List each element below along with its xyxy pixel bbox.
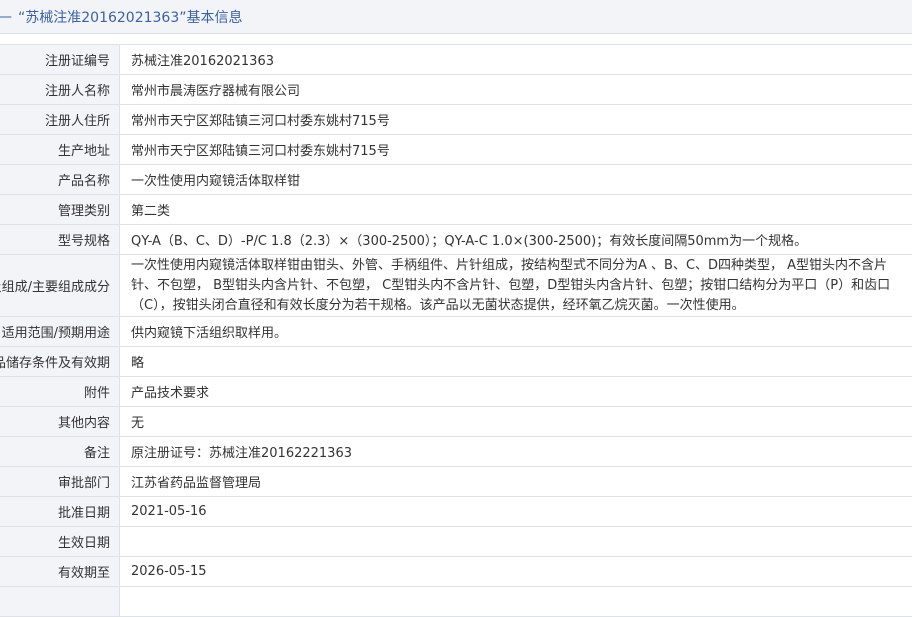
value-product-name: 一次性使用内窥镜活体取样钳 bbox=[120, 165, 912, 195]
row-production-address: 生产地址 常州市天宁区郑陆镇三河口村委东姚村715号 bbox=[0, 135, 912, 165]
row-storage: 产品储存条件及有效期 略 bbox=[0, 347, 912, 377]
info-table: 注册证编号 苏械注准20162021363 注册人名称 常州市晨涛医疗器械有限公… bbox=[0, 44, 912, 617]
value-approval-dept: 江苏省药品监督管理局 bbox=[120, 467, 912, 497]
row-other: 其他内容 无 bbox=[0, 407, 912, 437]
section-header: — “苏械注准20162021363”基本信息 bbox=[0, 0, 912, 34]
row-composition: 结构及组成/主要组成成分 一次性使用内窥镜活体取样钳由钳头、外管、手柄组件、片针… bbox=[0, 255, 912, 317]
value-effective-date bbox=[120, 527, 912, 557]
value-expiry-date: 2026-05-15 bbox=[120, 557, 912, 587]
label-approval-date: 批准日期 bbox=[0, 497, 120, 527]
label-attachment: 附件 bbox=[0, 377, 120, 407]
row-expiry-date: 有效期至 2026-05-15 bbox=[0, 557, 912, 587]
label-approval-dept: 审批部门 bbox=[0, 467, 120, 497]
header-dash: — bbox=[0, 9, 12, 25]
value-model-spec: QY-A（B、C、D）-P/C 1.8（2.3）×（300-2500）；QY-A… bbox=[120, 225, 912, 255]
label-composition: 结构及组成/主要组成成分 bbox=[0, 255, 120, 317]
row-remarks: 备注 原注册证号：苏械注准20162221363 bbox=[0, 437, 912, 467]
row-attachment: 附件 产品技术要求 bbox=[0, 377, 912, 407]
row-approval-dept: 审批部门 江苏省药品监督管理局 bbox=[0, 467, 912, 497]
value-attachment: 产品技术要求 bbox=[120, 377, 912, 407]
row-management-class: 管理类别 第二类 bbox=[0, 195, 912, 225]
label-truncated bbox=[0, 587, 120, 617]
label-registrant-address: 注册人住所 bbox=[0, 105, 120, 135]
row-effective-date: 生效日期 bbox=[0, 527, 912, 557]
row-intended-use: 适用范围/预期用途 供内窥镜下活组织取样用。 bbox=[0, 317, 912, 347]
row-truncated bbox=[0, 587, 912, 617]
value-management-class: 第二类 bbox=[120, 195, 912, 225]
row-model-spec: 型号规格 QY-A（B、C、D）-P/C 1.8（2.3）×（300-2500）… bbox=[0, 225, 912, 255]
row-product-name: 产品名称 一次性使用内窥镜活体取样钳 bbox=[0, 165, 912, 195]
label-storage: 产品储存条件及有效期 bbox=[0, 347, 120, 377]
label-management-class: 管理类别 bbox=[0, 195, 120, 225]
value-registration-no: 苏械注准20162021363 bbox=[120, 45, 912, 75]
label-effective-date: 生效日期 bbox=[0, 527, 120, 557]
value-registrant-name: 常州市晨涛医疗器械有限公司 bbox=[120, 75, 912, 105]
label-product-name: 产品名称 bbox=[0, 165, 120, 195]
label-model-spec: 型号规格 bbox=[0, 225, 120, 255]
value-approval-date: 2021-05-16 bbox=[120, 497, 912, 527]
label-intended-use: 适用范围/预期用途 bbox=[0, 317, 120, 347]
row-approval-date: 批准日期 2021-05-16 bbox=[0, 497, 912, 527]
value-intended-use: 供内窥镜下活组织取样用。 bbox=[120, 317, 912, 347]
composition-text: 一次性使用内窥镜活体取样钳由钳头、外管、手柄组件、片针组成，按结构型式不同分为A… bbox=[131, 255, 908, 316]
value-truncated bbox=[120, 587, 912, 617]
label-other: 其他内容 bbox=[0, 407, 120, 437]
section-title: “苏械注准20162021363”基本信息 bbox=[18, 7, 243, 27]
value-registrant-address: 常州市天宁区郑陆镇三河口村委东姚村715号 bbox=[120, 105, 912, 135]
label-production-address: 生产地址 bbox=[0, 135, 120, 165]
row-registrant-name: 注册人名称 常州市晨涛医疗器械有限公司 bbox=[0, 75, 912, 105]
value-production-address: 常州市天宁区郑陆镇三河口村委东姚村715号 bbox=[120, 135, 912, 165]
label-registrant-name: 注册人名称 bbox=[0, 75, 120, 105]
row-registrant-address: 注册人住所 常州市天宁区郑陆镇三河口村委东姚村715号 bbox=[0, 105, 912, 135]
value-storage: 略 bbox=[120, 347, 912, 377]
row-registration-no: 注册证编号 苏械注准20162021363 bbox=[0, 45, 912, 75]
label-registration-no: 注册证编号 bbox=[0, 45, 120, 75]
label-remarks: 备注 bbox=[0, 437, 120, 467]
value-other: 无 bbox=[120, 407, 912, 437]
value-composition: 一次性使用内窥镜活体取样钳由钳头、外管、手柄组件、片针组成，按结构型式不同分为A… bbox=[120, 255, 912, 317]
value-remarks: 原注册证号：苏械注准20162221363 bbox=[120, 437, 912, 467]
label-expiry-date: 有效期至 bbox=[0, 557, 120, 587]
